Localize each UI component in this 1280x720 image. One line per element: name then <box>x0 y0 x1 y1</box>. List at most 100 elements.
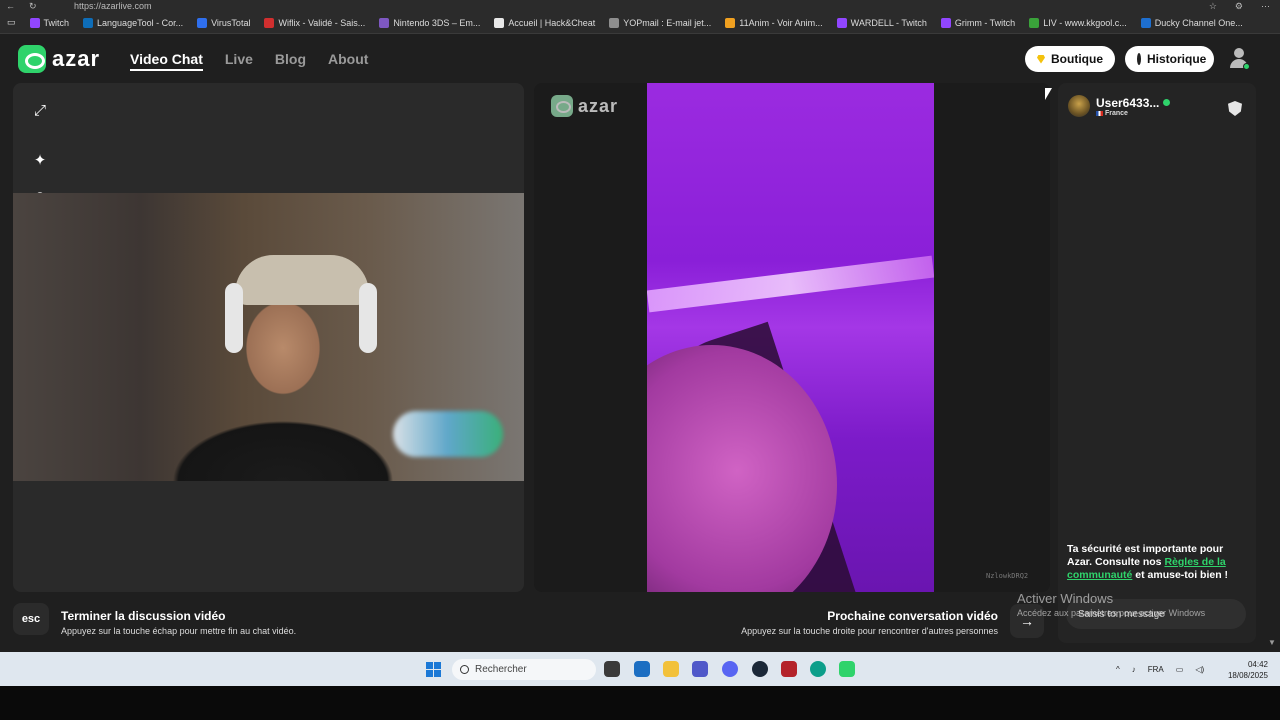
azar-page: azar Video Chat Live Blog About Boutique… <box>0 34 1280 652</box>
verified-icon <box>1163 99 1171 106</box>
microphone-icon[interactable]: ♪ <box>1132 665 1136 674</box>
bookmark-item[interactable]: Ducky Channel One... <box>1134 17 1250 28</box>
reload-icon[interactable]: ↻ <box>29 1 37 12</box>
gem-icon <box>1037 54 1045 64</box>
bookmark-favicon-icon <box>1029 17 1040 28</box>
steam-icon[interactable] <box>752 661 768 677</box>
peer-name: User6433... <box>1096 95 1160 110</box>
partner-azar-watermark: azar <box>551 95 618 117</box>
azar-logo-icon <box>551 95 573 117</box>
clock-icon <box>1137 53 1145 65</box>
bookmark-item[interactable]: 11Anim - Voir Anim... <box>718 17 829 28</box>
peer-avatar <box>1068 95 1090 117</box>
bookmark-favicon-icon <box>83 17 94 28</box>
bookmark-item[interactable]: VirusTotal <box>190 17 257 28</box>
file-explorer-icon[interactable] <box>663 661 679 677</box>
browser-toolbar: ← ↻ https://azarlive.com ☆ ⚙ ⋯ <box>0 0 1280 12</box>
system-tray: ^ ♪ FRA ▭ ◁) <box>1116 652 1204 686</box>
profile-icon[interactable] <box>1228 48 1250 70</box>
bookmark-favicon-icon <box>494 17 505 28</box>
next-chat-subtitle: Appuyez sur la touche droite pour rencon… <box>741 626 998 636</box>
taskbar-search[interactable]: Rechercher <box>452 659 596 680</box>
bookmark-item[interactable]: Wiflix - Validé - Sais... <box>257 17 372 28</box>
extensions-icon[interactable]: ⚙ <box>1235 1 1243 12</box>
browser-tools: ☆ ⚙ ⋯ <box>1209 1 1280 12</box>
letterbox-bar <box>0 686 1280 720</box>
bookmark-favicon-icon <box>836 17 847 28</box>
historique-button[interactable]: Historique <box>1125 46 1214 72</box>
partner-camera-feed <box>647 83 934 592</box>
chat-panel: User6433... France Ta sécurité est impor… <box>1058 83 1256 643</box>
bookmark-favicon-icon <box>379 17 390 28</box>
nav-live[interactable]: Live <box>225 51 253 71</box>
self-video-panel: ⤢ ✦ ☺ <box>13 83 524 592</box>
windows-taskbar: Rechercher ^ ♪ FRA ▭ ◁) 04:42 18/08/2025 <box>0 652 1280 686</box>
teams-icon[interactable] <box>692 661 708 677</box>
bookmark-item[interactable]: Nintendo 3DS – Em... <box>372 17 487 28</box>
star-icon[interactable]: ☆ <box>1209 1 1217 12</box>
bookmark-item[interactable]: Grimm - Twitch <box>934 17 1022 28</box>
online-dot <box>1243 63 1250 70</box>
bookmark-favicon-icon <box>725 17 736 28</box>
search-icon <box>460 665 469 674</box>
bookmark-favicon-icon <box>1140 17 1151 28</box>
bookmark-item[interactable]: LanguageTool - Cor... <box>76 17 190 28</box>
self-camera-feed <box>13 193 524 481</box>
nav-links: Video Chat Live Blog About <box>130 51 368 71</box>
bookmark-item[interactable]: WARDELL - Twitch <box>830 17 934 28</box>
esc-button[interactable]: esc <box>13 603 49 635</box>
partner-id: NzlowkDRQ2 <box>986 572 1029 580</box>
bookmarks-icon[interactable]: ▭ <box>0 17 23 28</box>
back-icon[interactable]: ← <box>6 1 15 12</box>
end-chat-subtitle: Appuyez sur la touche échap pour mettre … <box>61 626 297 636</box>
task-view-icon[interactable] <box>604 661 620 677</box>
browser-nav: ← ↻ <box>0 1 56 12</box>
bookmark-favicon-icon <box>940 17 951 28</box>
scroll-down-arrow-icon[interactable]: ▼ <box>1268 638 1276 647</box>
volume-icon[interactable]: ◁) <box>1195 665 1204 674</box>
edge-browser-icon[interactable] <box>810 661 826 677</box>
mouse-cursor-icon <box>1045 88 1052 100</box>
more-icon[interactable]: ⋯ <box>1261 1 1270 12</box>
expand-icon[interactable]: ⤢ <box>27 97 53 123</box>
boutique-label: Boutique <box>1051 52 1103 66</box>
effects-sparkle-icon[interactable]: ✦ <box>27 147 53 173</box>
windows-activation-watermark: Activer Windows Accédez aux paramètres p… <box>1017 591 1206 618</box>
end-chat-hint: Terminer la discussion vidéo Appuyez sur… <box>61 609 296 636</box>
bookmark-favicon-icon <box>197 17 208 28</box>
bookmark-item[interactable]: YOPmail : E-mail jet... <box>602 17 718 28</box>
video-app-icon[interactable] <box>781 661 797 677</box>
network-icon[interactable]: ▭ <box>1176 665 1184 674</box>
peer-info[interactable]: User6433... France <box>1068 95 1171 117</box>
bookmarks-bar: ▭ Twitch LanguageTool - Cor... VirusTota… <box>0 12 1280 34</box>
safety-notice: Ta sécurité est importante pour Azar. Co… <box>1067 543 1229 581</box>
next-chat-hint: Prochaine conversation vidéo Appuyez sur… <box>741 609 998 636</box>
bookmark-favicon-icon <box>29 17 40 28</box>
boutique-button[interactable]: Boutique <box>1025 46 1115 72</box>
outlook-icon[interactable] <box>634 661 650 677</box>
bookmark-item[interactable]: Accueil | Hack&Cheat <box>487 17 602 28</box>
azar-logo-icon <box>18 45 46 73</box>
bookmark-item[interactable]: LIV - www.kkgool.c... <box>1022 17 1134 28</box>
bookmark-item[interactable]: Twitch <box>23 17 77 28</box>
azar-logo[interactable]: azar <box>18 45 100 73</box>
tray-chevron-icon[interactable]: ^ <box>1116 665 1120 674</box>
end-chat-title: Terminer la discussion vidéo <box>61 609 226 623</box>
bookmark-favicon-icon <box>609 17 620 28</box>
next-chat-title: Prochaine conversation vidéo <box>827 609 998 623</box>
nav-blog[interactable]: Blog <box>275 51 306 71</box>
discord-icon[interactable] <box>722 661 738 677</box>
taskbar-clock[interactable]: 04:42 18/08/2025 <box>1222 659 1268 681</box>
peer-country: France <box>1105 109 1128 117</box>
nav-about[interactable]: About <box>328 51 368 71</box>
nav-video-chat[interactable]: Video Chat <box>130 51 203 71</box>
france-flag-icon <box>1096 110 1103 116</box>
historique-label: Historique <box>1147 52 1207 66</box>
report-shield-icon[interactable] <box>1228 101 1242 116</box>
windows-start-icon[interactable] <box>426 662 441 677</box>
bookmark-favicon-icon <box>264 17 275 28</box>
partner-video-panel: azar NzlowkDRQ2 <box>534 83 1050 592</box>
address-bar[interactable]: https://azarlive.com <box>56 1 1209 11</box>
language-indicator[interactable]: FRA <box>1148 665 1164 674</box>
android-app-icon[interactable] <box>839 661 855 677</box>
